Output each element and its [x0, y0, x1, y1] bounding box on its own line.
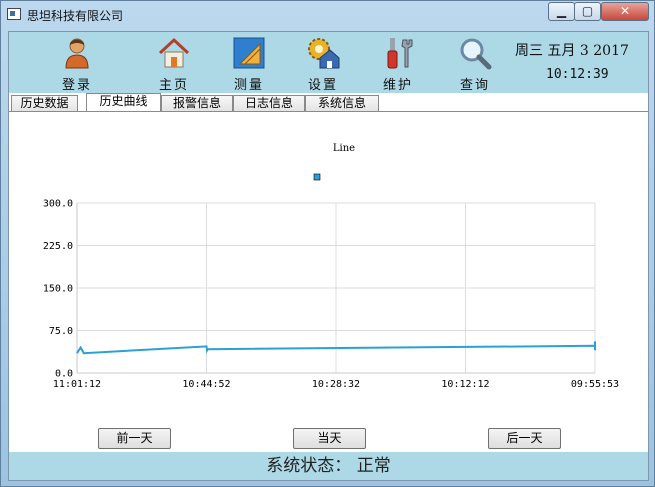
x-tick-label: 10:12:12 [441, 379, 489, 390]
y-tick-label: 150.0 [43, 284, 73, 295]
toolbar-settings-button[interactable]: 设置 [293, 34, 353, 93]
ruler-triangle-icon [233, 37, 265, 69]
maximize-button[interactable]: ▢ [574, 2, 601, 21]
tab-system-info[interactable]: 系统信息 [305, 95, 379, 112]
toolbar-login-label: 登录 [61, 78, 92, 93]
tab-history-curve[interactable]: 历史曲线 [86, 93, 161, 112]
clock-date: 周三 五月 3 2017 [515, 43, 629, 59]
tab-alarm-info[interactable]: 报警信息 [161, 95, 233, 112]
chart-svg: Line 0.0 75.0 150.0 225.0 300.0 11:01:12 10:44:… [43, 143, 619, 390]
gear-house-icon [308, 38, 340, 69]
y-tick-label: 0.0 [55, 369, 73, 380]
legend-marker [313, 173, 321, 181]
user-icon [65, 38, 89, 69]
tab-history-data[interactable]: 历史数据 [11, 95, 78, 112]
magnifier-icon [460, 38, 492, 70]
title-bar[interactable]: 思坦科技有限公司 ▁ ▢ ✕ [1, 1, 654, 29]
y-tick-label: 225.0 [43, 241, 73, 252]
window-title: 思坦科技有限公司 [27, 9, 124, 23]
history-chart: Line 0.0 75.0 150.0 225.0 300.0 11:01:12 10:44:… [9, 112, 648, 432]
prev-day-button[interactable]: 前一天 [98, 428, 171, 449]
toolbar-measure-button[interactable]: 测量 [219, 34, 279, 93]
minimize-button[interactable]: ▁ [548, 2, 575, 21]
x-tick-label: 10:44:52 [182, 379, 230, 390]
status-bar: 系统状态： 正常 [9, 452, 648, 480]
home-icon [158, 37, 190, 68]
toolbar-home-button[interactable]: 主页 [144, 34, 204, 93]
client-area: 登录 主页 测量 设置 维护 查询 周三 五月 3 2017 10:12:39 … [8, 31, 649, 481]
x-tick-label: 11:01:12 [53, 379, 101, 390]
toolbar-home-label: 主页 [158, 78, 189, 93]
tab-log-info[interactable]: 日志信息 [233, 95, 305, 112]
app-icon [7, 8, 21, 20]
next-day-button[interactable]: 后一天 [488, 428, 561, 449]
toolbar-maintain-button[interactable]: 维护 [368, 34, 428, 93]
x-tick-label: 10:28:32 [312, 379, 360, 390]
toolbar-maintain-label: 维护 [382, 78, 413, 93]
chart-title: Line [333, 143, 355, 154]
toolbar-login-button[interactable]: 登录 [47, 34, 107, 93]
toolbar: 登录 主页 测量 设置 维护 查询 周三 五月 3 2017 10:12:39 [9, 32, 648, 93]
clock-time: 10:12:39 [546, 67, 609, 82]
toolbar-query-button[interactable]: 查询 [445, 34, 505, 93]
tab-bar: 历史数据 历史曲线 报警信息 日志信息 系统信息 [9, 93, 648, 112]
wrench-screwdriver-icon [387, 38, 413, 69]
today-button[interactable]: 当天 [293, 428, 366, 449]
y-tick-label: 75.0 [49, 326, 73, 337]
app-window: 思坦科技有限公司 ▁ ▢ ✕ 登录 主页 测量 设置 维护 查询 周三 五月 3… [0, 0, 655, 487]
close-button[interactable]: ✕ [601, 2, 649, 21]
toolbar-measure-label: 测量 [233, 78, 264, 93]
toolbar-query-label: 查询 [459, 78, 490, 93]
x-tick-label: 09:55:53 [571, 379, 619, 390]
y-tick-label: 300.0 [43, 199, 73, 210]
toolbar-settings-label: 设置 [307, 78, 338, 93]
